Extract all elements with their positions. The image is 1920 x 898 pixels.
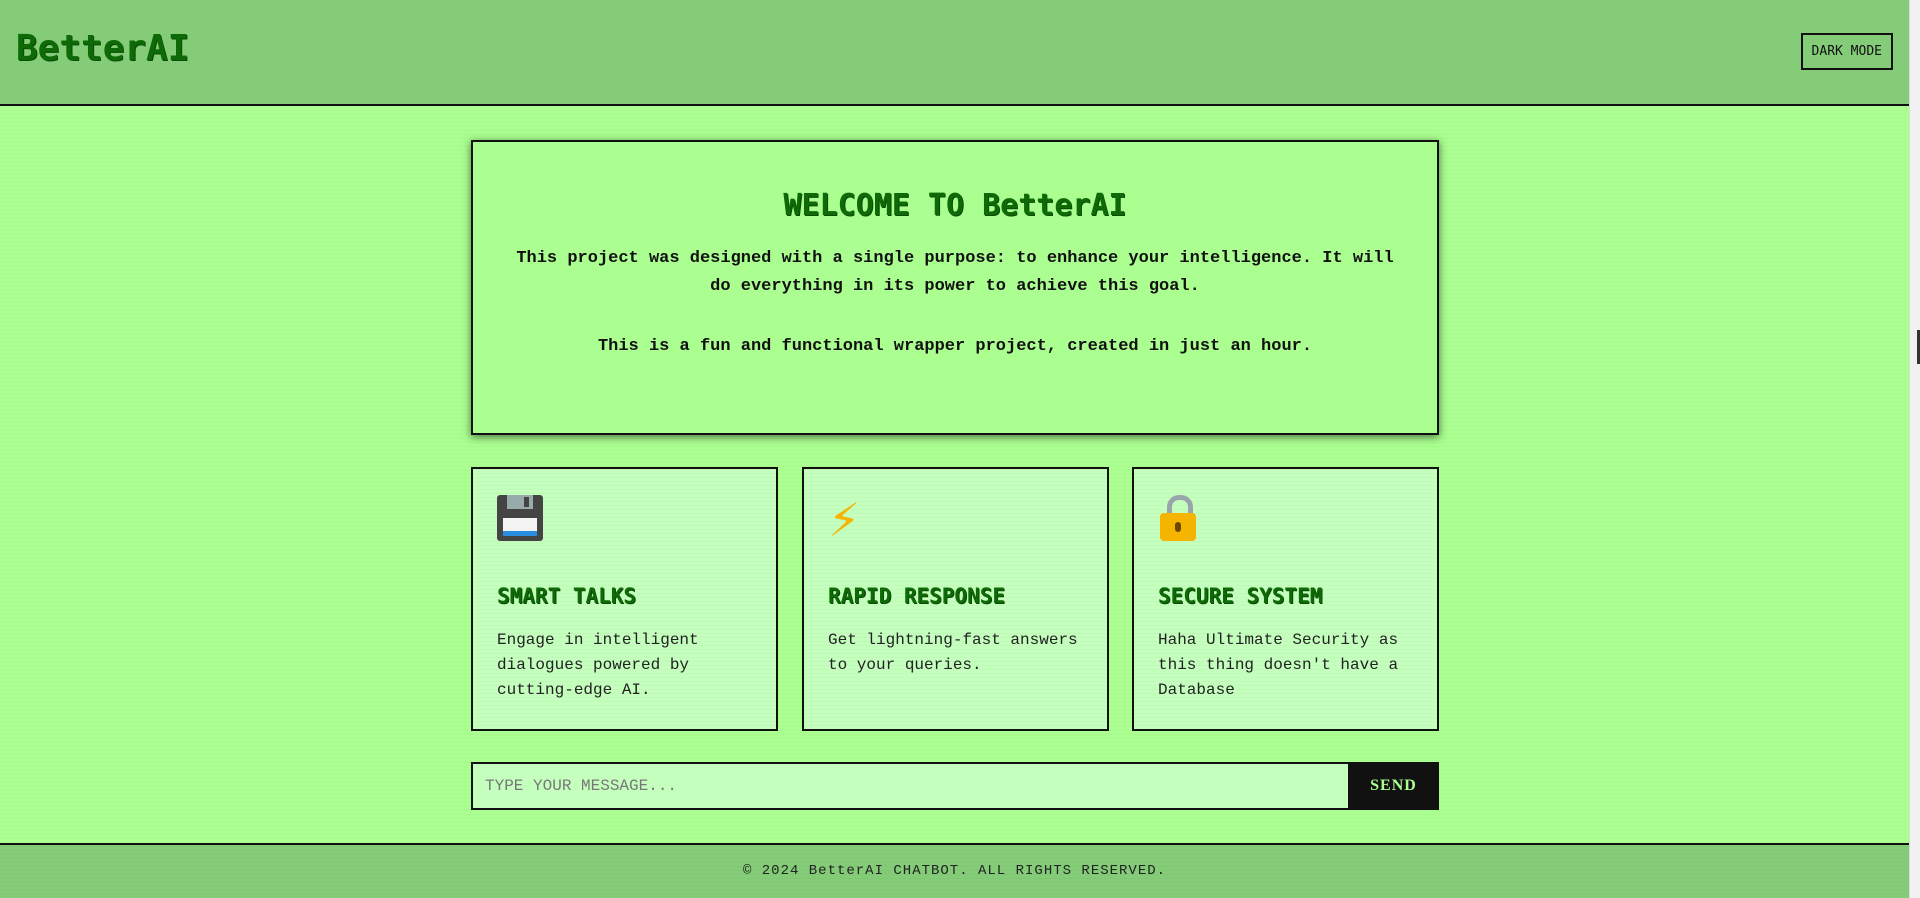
chat-form: SEND [471, 762, 1439, 810]
welcome-paragraph: This project was designed with a single … [516, 249, 1394, 296]
feature-card-rapid-response: ⚡ RAPID RESPONSE Get lightning-fast answ… [802, 467, 1109, 731]
welcome-panel: WELCOME TO BetterAI This project was des… [471, 140, 1439, 435]
welcome-note: This is a fun and functional wrapper pro… [597, 337, 1313, 356]
send-button[interactable]: SEND [1348, 762, 1439, 810]
feature-title: SMART TALKS [497, 584, 637, 608]
welcome-title: WELCOME TO BetterAI [783, 188, 1127, 223]
lightning-icon: ⚡ [828, 493, 861, 547]
page: BetterAI DARK MODE WELCOME TO BetterAI T… [0, 0, 1909, 898]
copyright-text: © 2024 BetterAI CHATBOT. ALL RIGHTS RESE… [742, 863, 1167, 879]
feature-description: Haha Ultimate Security as this thing doe… [1158, 631, 1399, 699]
lock-icon [1158, 495, 1198, 552]
feature-card-smart-talks: SMART TALKS Engage in intelligent dialog… [471, 467, 778, 731]
feature-card-secure-system: SECURE SYSTEM Haha Ultimate Security as … [1132, 467, 1439, 731]
floppy-disk-icon [497, 495, 543, 552]
dark-mode-button[interactable]: DARK MODE [1800, 33, 1893, 70]
feature-title: RAPID RESPONSE [828, 584, 1006, 608]
feature-description: Engage in intelligent dialogues powered … [497, 631, 699, 699]
vertical-scrollbar[interactable] [1909, 0, 1920, 898]
feature-description: Get lightning-fast answers to your queri… [828, 631, 1078, 674]
footer: © 2024 BetterAI CHATBOT. ALL RIGHTS RESE… [0, 843, 1909, 898]
message-input[interactable] [471, 762, 1348, 810]
top-header: BetterAI DARK MODE [0, 0, 1909, 106]
logo[interactable]: BetterAI [16, 28, 189, 69]
feature-title: SECURE SYSTEM [1158, 584, 1323, 608]
